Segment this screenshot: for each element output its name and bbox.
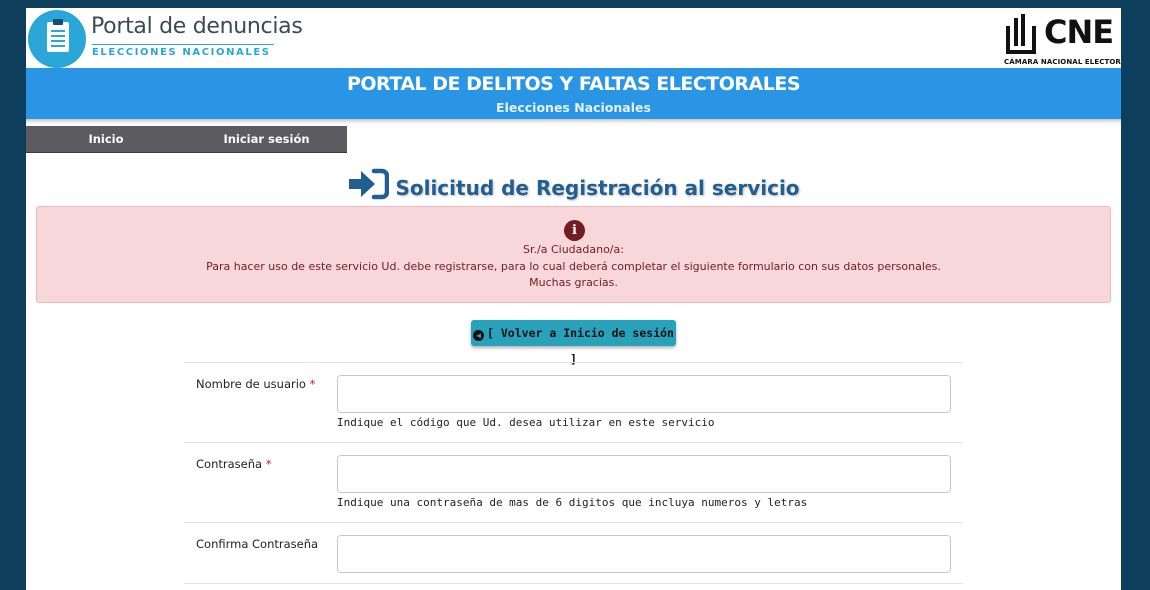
info-alert: i Sr./a Ciudadano/a: Para hacer uso de e…	[36, 206, 1111, 303]
form-row-confirm-password: Confirma Contraseña	[184, 522, 963, 584]
cne-subtitle: CÁMARA NACIONAL ELECTORAL	[1004, 58, 1121, 66]
back-to-login-button[interactable]: ◀[ Volver a Inicio de sesión ]	[471, 320, 676, 366]
form-row-password: Contraseña * Indique una contraseña de m…	[184, 442, 963, 522]
back-to-login-label: [ Volver a Inicio de sesión ]	[487, 326, 674, 366]
alert-thanks: Muchas gracias.	[529, 276, 618, 289]
brand-subtitle: ELECCIONES NACIONALES	[92, 47, 271, 58]
username-label: Nombre de usuario *	[196, 377, 316, 391]
confirm-password-label: Confirma Contraseña	[196, 537, 319, 551]
username-input[interactable]	[337, 375, 951, 413]
alert-message: Para hacer uso de este servicio Ud. debe…	[206, 260, 941, 273]
nav-item-iniciar-sesion[interactable]: Iniciar sesión	[186, 126, 347, 152]
main-nav: Inicio Iniciar sesión	[26, 126, 347, 153]
password-input[interactable]	[337, 455, 951, 493]
registration-form: Nombre de usuario * Indique el código qu…	[184, 362, 963, 584]
document-icon	[28, 10, 86, 68]
alert-greeting: Sr./a Ciudadano/a:	[523, 243, 624, 256]
page: Portal de denuncias ELECCIONES NACIONALE…	[26, 8, 1121, 590]
portal-logo[interactable]: Portal de denuncias ELECCIONES NACIONALE…	[28, 10, 303, 68]
page-title: Solicitud de Registración al servicio	[26, 168, 1121, 200]
username-help: Indique el código que Ud. desea utilizar…	[337, 416, 715, 429]
form-row-username: Nombre de usuario * Indique el código qu…	[184, 362, 963, 442]
cne-building-icon	[1004, 14, 1044, 54]
confirm-password-input[interactable]	[337, 535, 951, 573]
page-title-text: Solicitud de Registración al servicio	[395, 176, 800, 200]
banner-subtitle: Elecciones Nacionales	[496, 100, 651, 115]
cne-logo-text: CNE	[1044, 13, 1114, 51]
arrow-left-circle-icon: ◀	[473, 330, 485, 341]
banner-title: PORTAL DE DELITOS Y FALTAS ELECTORALES	[346, 73, 801, 95]
header-banner: PORTAL DE DELITOS Y FALTAS ELECTORALES E…	[26, 68, 1121, 119]
password-help: Indique una contraseña de mas de 6 digit…	[337, 496, 808, 509]
sign-in-icon	[349, 168, 390, 200]
password-label: Contraseña *	[196, 457, 272, 471]
required-marker: *	[265, 457, 272, 471]
brand-title: Portal de denuncias	[91, 14, 303, 39]
nav-item-inicio[interactable]: Inicio	[26, 126, 186, 152]
required-marker: *	[309, 377, 316, 391]
brand-divider	[92, 44, 274, 45]
cne-logo[interactable]: CNE CÁMARA NACIONAL ELECTORAL	[1004, 10, 1121, 68]
info-icon: i	[564, 220, 585, 241]
